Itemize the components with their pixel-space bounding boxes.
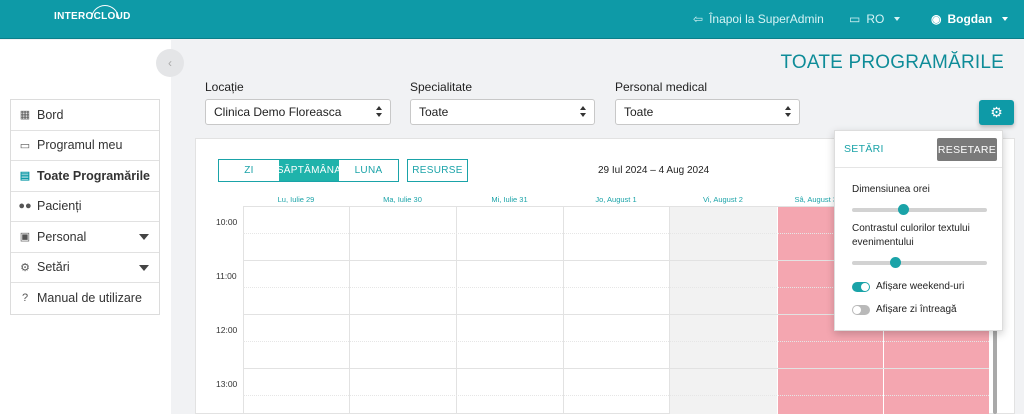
chevron-down-icon	[894, 17, 901, 21]
back-to-superadmin-label: Înapoi la SuperAdmin	[709, 12, 824, 26]
user-menu[interactable]: ◉ Bogdan	[931, 12, 1009, 26]
time-label: 12:00	[216, 325, 238, 335]
calendar-settings-button[interactable]: ⚙	[979, 100, 1014, 125]
specialty-label: Specialitate	[410, 80, 473, 94]
sidebar-item-label: Programul meu	[37, 138, 123, 153]
staff-label: Personal medical	[615, 80, 708, 94]
sidebar-item-toate-programarile[interactable]: ▤ Toate Programările	[11, 161, 159, 192]
day-header[interactable]: Jo, August 1	[563, 195, 669, 204]
day-column[interactable]	[563, 206, 669, 414]
chevron-down-icon	[1002, 17, 1009, 21]
user-avatar-icon: ◉	[931, 12, 942, 26]
day-header[interactable]: Lu, Iulie 29	[243, 195, 349, 204]
date-range: 29 Iul 2024 – 4 Aug 2024	[598, 165, 710, 176]
staff-select[interactable]: Toate	[615, 99, 800, 125]
calendar-scrollbar[interactable]	[993, 326, 997, 414]
settings-popup: SETĂRI RESETARE Dimensiunea orei Contras…	[834, 130, 1003, 331]
sign-out-icon: ⇦	[693, 12, 704, 26]
weekend-toggle[interactable]	[852, 282, 870, 292]
sidebar-item-label: Bord	[37, 107, 64, 122]
hour-size-slider[interactable]	[852, 204, 987, 215]
divider	[835, 167, 1002, 168]
location-value: Clinica Demo Floreasca	[214, 105, 342, 119]
location-select[interactable]: Clinica Demo Floreasca	[205, 99, 391, 125]
specialty-select[interactable]: Toate	[410, 99, 595, 125]
brand-logo[interactable]: INTEROCLOUD	[54, 5, 131, 22]
half-hour-line	[243, 341, 989, 342]
language-dropdown[interactable]: ▭ RO	[849, 12, 901, 26]
gear-icon: ⚙	[20, 261, 30, 274]
weekend-toggle-label: Afișare weekend-uri	[876, 281, 965, 292]
specialty-value: Toate	[419, 105, 449, 119]
toggle-knob	[861, 283, 869, 291]
settings-title: SETĂRI	[844, 143, 884, 155]
fullday-toggle[interactable]	[852, 305, 870, 315]
day-column[interactable]	[349, 206, 456, 414]
sidebar-item-label: Setări	[37, 260, 70, 275]
select-arrows-icon	[580, 106, 587, 118]
view-month-button[interactable]: LUNA	[339, 160, 398, 181]
back-to-superadmin-link[interactable]: ⇦ Înapoi la SuperAdmin	[693, 12, 824, 26]
hour-line	[243, 368, 989, 369]
slider-handle[interactable]	[897, 204, 909, 215]
day-header[interactable]: Sâ, August 3	[777, 195, 837, 204]
sidebar-item-personal[interactable]: ▣ Personal	[11, 222, 159, 253]
resources-button[interactable]: RESURSE	[407, 159, 468, 182]
sidebar-item-manual[interactable]: ? Manual de utilizare	[11, 283, 159, 314]
sidebar-collapse-button[interactable]: ‹	[156, 49, 184, 77]
day-column-friday[interactable]	[669, 206, 777, 414]
contrast-label: Contrastul culorilor textului evenimentu…	[852, 223, 970, 248]
language-label: RO	[866, 12, 885, 26]
gear-icon: ⚙	[990, 104, 1003, 120]
time-label: 13:00	[216, 379, 238, 389]
view-switcher: ZI SĂPTĂMÂNA LUNA	[218, 159, 399, 182]
day-column[interactable]	[243, 206, 349, 414]
slider-handle[interactable]	[889, 257, 901, 268]
sidebar-menu: ▦ Bord ▭ Programul meu ▤ Toate Programăr…	[10, 99, 160, 315]
page-title: TOATE PROGRAMĂRILE	[780, 52, 1004, 73]
sidebar-item-label: Pacienți	[37, 199, 82, 214]
half-hour-line	[243, 395, 989, 396]
dashboard-icon: ▦	[19, 109, 31, 122]
view-week-button[interactable]: SĂPTĂMÂNA	[277, 160, 341, 181]
location-label: Locație	[205, 80, 244, 94]
contrast-slider[interactable]	[852, 257, 987, 268]
chevron-down-icon	[139, 234, 149, 240]
chevron-left-icon: ‹	[168, 56, 172, 70]
select-arrows-icon	[785, 106, 792, 118]
reset-button[interactable]: RESETARE	[937, 138, 997, 161]
sidebar-item-setari[interactable]: ⚙ Setări	[11, 253, 159, 283]
toggle-knob	[853, 306, 861, 314]
cloud-icon	[91, 5, 119, 19]
calendar-icon: ▭	[19, 139, 31, 152]
day-header[interactable]: Mi, Iulie 31	[456, 195, 563, 204]
calendar-check-icon: ▤	[19, 170, 31, 183]
help-icon: ?	[21, 292, 29, 305]
staff-value: Toate	[624, 105, 654, 119]
sidebar-item-label: Manual de utilizare	[37, 291, 142, 306]
fullday-toggle-label: Afișare zi întreagă	[876, 304, 957, 315]
day-column[interactable]	[456, 206, 563, 414]
sidebar-item-label: Personal	[37, 229, 87, 244]
language-icon: ▭	[849, 12, 861, 26]
users-icon: ●●	[18, 200, 32, 213]
day-header[interactable]: Vi, August 2	[669, 195, 777, 204]
time-label: 10:00	[216, 217, 238, 227]
time-label: 11:00	[216, 271, 237, 281]
id-card-icon: ▣	[19, 231, 31, 244]
user-name: Bogdan	[947, 12, 993, 26]
select-arrows-icon	[376, 106, 383, 118]
hour-size-label: Dimensiunea orei	[852, 184, 930, 195]
sidebar-item-programul-meu[interactable]: ▭ Programul meu	[11, 131, 159, 161]
sidebar-item-bord[interactable]: ▦ Bord	[11, 100, 159, 131]
sidebar-item-pacienti[interactable]: ●● Pacienți	[11, 192, 159, 222]
top-navbar: INTEROCLOUD ⇦ Înapoi la SuperAdmin ▭ RO …	[0, 0, 1024, 39]
day-header[interactable]: Ma, Iulie 30	[349, 195, 456, 204]
chevron-down-icon	[139, 264, 149, 271]
view-day-button[interactable]: ZI	[219, 160, 279, 181]
sidebar-item-label: Toate Programările	[37, 168, 151, 183]
